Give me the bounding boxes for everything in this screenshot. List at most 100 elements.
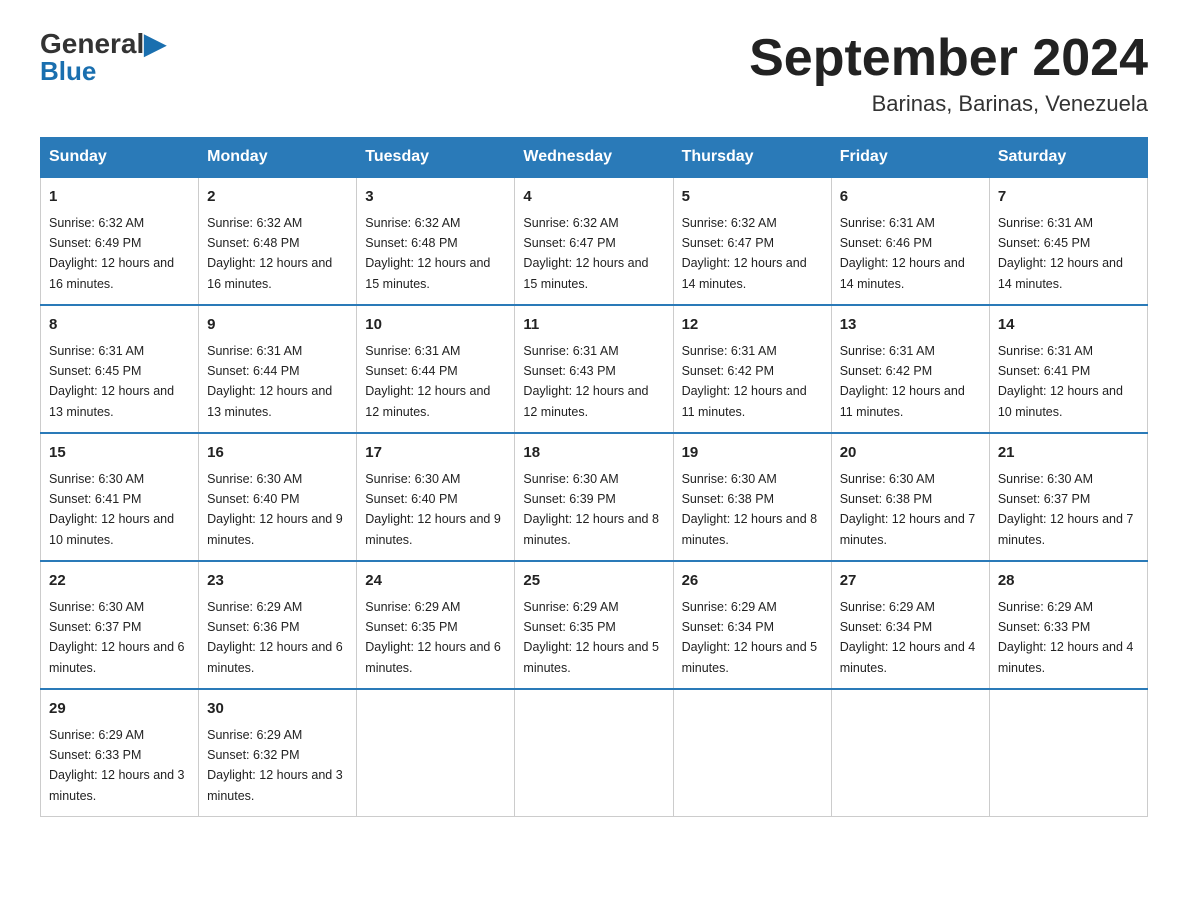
calendar-cell: 6 Sunrise: 6:31 AM Sunset: 6:46 PM Dayli… xyxy=(831,177,989,305)
day-number: 25 xyxy=(523,570,664,593)
day-info: Sunrise: 6:30 AM Sunset: 6:40 PM Dayligh… xyxy=(207,472,343,547)
day-info: Sunrise: 6:29 AM Sunset: 6:36 PM Dayligh… xyxy=(207,600,343,675)
day-info: Sunrise: 6:29 AM Sunset: 6:32 PM Dayligh… xyxy=(207,728,343,803)
day-info: Sunrise: 6:31 AM Sunset: 6:42 PM Dayligh… xyxy=(682,344,807,419)
header-thursday: Thursday xyxy=(673,138,831,178)
calendar-cell: 17 Sunrise: 6:30 AM Sunset: 6:40 PM Dayl… xyxy=(357,433,515,561)
day-info: Sunrise: 6:31 AM Sunset: 6:44 PM Dayligh… xyxy=(207,344,332,419)
day-info: Sunrise: 6:29 AM Sunset: 6:35 PM Dayligh… xyxy=(523,600,659,675)
calendar-cell: 30 Sunrise: 6:29 AM Sunset: 6:32 PM Dayl… xyxy=(199,689,357,817)
title-area: September 2024 Barinas, Barinas, Venezue… xyxy=(749,30,1148,117)
week-row-2: 8 Sunrise: 6:31 AM Sunset: 6:45 PM Dayli… xyxy=(41,305,1148,433)
header-saturday: Saturday xyxy=(989,138,1147,178)
calendar-cell: 3 Sunrise: 6:32 AM Sunset: 6:48 PM Dayli… xyxy=(357,177,515,305)
day-number: 9 xyxy=(207,314,348,337)
calendar-cell: 27 Sunrise: 6:29 AM Sunset: 6:34 PM Dayl… xyxy=(831,561,989,689)
calendar-cell: 2 Sunrise: 6:32 AM Sunset: 6:48 PM Dayli… xyxy=(199,177,357,305)
day-number: 7 xyxy=(998,186,1139,209)
calendar-cell: 9 Sunrise: 6:31 AM Sunset: 6:44 PM Dayli… xyxy=(199,305,357,433)
calendar-cell: 19 Sunrise: 6:30 AM Sunset: 6:38 PM Dayl… xyxy=(673,433,831,561)
header-monday: Monday xyxy=(199,138,357,178)
calendar-cell: 13 Sunrise: 6:31 AM Sunset: 6:42 PM Dayl… xyxy=(831,305,989,433)
calendar-cell: 8 Sunrise: 6:31 AM Sunset: 6:45 PM Dayli… xyxy=(41,305,199,433)
location-subtitle: Barinas, Barinas, Venezuela xyxy=(749,91,1148,117)
calendar-cell: 16 Sunrise: 6:30 AM Sunset: 6:40 PM Dayl… xyxy=(199,433,357,561)
calendar-cell: 12 Sunrise: 6:31 AM Sunset: 6:42 PM Dayl… xyxy=(673,305,831,433)
calendar-cell: 29 Sunrise: 6:29 AM Sunset: 6:33 PM Dayl… xyxy=(41,689,199,817)
calendar-cell xyxy=(831,689,989,817)
month-year-title: September 2024 xyxy=(749,30,1148,87)
day-info: Sunrise: 6:31 AM Sunset: 6:42 PM Dayligh… xyxy=(840,344,965,419)
day-number: 28 xyxy=(998,570,1139,593)
day-info: Sunrise: 6:30 AM Sunset: 6:37 PM Dayligh… xyxy=(998,472,1134,547)
day-number: 22 xyxy=(49,570,190,593)
day-info: Sunrise: 6:30 AM Sunset: 6:41 PM Dayligh… xyxy=(49,472,174,547)
day-info: Sunrise: 6:31 AM Sunset: 6:43 PM Dayligh… xyxy=(523,344,648,419)
day-number: 4 xyxy=(523,186,664,209)
page-header: General▶ Blue September 2024 Barinas, Ba… xyxy=(40,30,1148,117)
day-info: Sunrise: 6:30 AM Sunset: 6:38 PM Dayligh… xyxy=(840,472,976,547)
calendar-cell: 5 Sunrise: 6:32 AM Sunset: 6:47 PM Dayli… xyxy=(673,177,831,305)
day-number: 26 xyxy=(682,570,823,593)
day-info: Sunrise: 6:30 AM Sunset: 6:38 PM Dayligh… xyxy=(682,472,818,547)
day-number: 29 xyxy=(49,698,190,721)
week-row-5: 29 Sunrise: 6:29 AM Sunset: 6:33 PM Dayl… xyxy=(41,689,1148,817)
calendar-cell: 4 Sunrise: 6:32 AM Sunset: 6:47 PM Dayli… xyxy=(515,177,673,305)
calendar-cell: 1 Sunrise: 6:32 AM Sunset: 6:49 PM Dayli… xyxy=(41,177,199,305)
calendar-cell: 11 Sunrise: 6:31 AM Sunset: 6:43 PM Dayl… xyxy=(515,305,673,433)
day-info: Sunrise: 6:32 AM Sunset: 6:49 PM Dayligh… xyxy=(49,216,174,291)
day-info: Sunrise: 6:31 AM Sunset: 6:45 PM Dayligh… xyxy=(998,216,1123,291)
day-info: Sunrise: 6:29 AM Sunset: 6:34 PM Dayligh… xyxy=(840,600,976,675)
day-info: Sunrise: 6:32 AM Sunset: 6:47 PM Dayligh… xyxy=(523,216,648,291)
day-number: 17 xyxy=(365,442,506,465)
calendar-cell: 15 Sunrise: 6:30 AM Sunset: 6:41 PM Dayl… xyxy=(41,433,199,561)
calendar-cell: 25 Sunrise: 6:29 AM Sunset: 6:35 PM Dayl… xyxy=(515,561,673,689)
day-number: 27 xyxy=(840,570,981,593)
header-wednesday: Wednesday xyxy=(515,138,673,178)
header-friday: Friday xyxy=(831,138,989,178)
day-number: 10 xyxy=(365,314,506,337)
week-row-1: 1 Sunrise: 6:32 AM Sunset: 6:49 PM Dayli… xyxy=(41,177,1148,305)
calendar-cell xyxy=(673,689,831,817)
calendar-cell xyxy=(515,689,673,817)
day-info: Sunrise: 6:29 AM Sunset: 6:33 PM Dayligh… xyxy=(49,728,185,803)
day-info: Sunrise: 6:29 AM Sunset: 6:33 PM Dayligh… xyxy=(998,600,1134,675)
day-number: 21 xyxy=(998,442,1139,465)
calendar-cell: 26 Sunrise: 6:29 AM Sunset: 6:34 PM Dayl… xyxy=(673,561,831,689)
calendar-cell: 14 Sunrise: 6:31 AM Sunset: 6:41 PM Dayl… xyxy=(989,305,1147,433)
header-tuesday: Tuesday xyxy=(357,138,515,178)
day-info: Sunrise: 6:32 AM Sunset: 6:47 PM Dayligh… xyxy=(682,216,807,291)
day-number: 8 xyxy=(49,314,190,337)
weekday-header-row: Sunday Monday Tuesday Wednesday Thursday… xyxy=(41,138,1148,178)
calendar-cell: 20 Sunrise: 6:30 AM Sunset: 6:38 PM Dayl… xyxy=(831,433,989,561)
week-row-3: 15 Sunrise: 6:30 AM Sunset: 6:41 PM Dayl… xyxy=(41,433,1148,561)
day-number: 5 xyxy=(682,186,823,209)
day-info: Sunrise: 6:30 AM Sunset: 6:39 PM Dayligh… xyxy=(523,472,659,547)
day-info: Sunrise: 6:31 AM Sunset: 6:41 PM Dayligh… xyxy=(998,344,1123,419)
day-number: 13 xyxy=(840,314,981,337)
week-row-4: 22 Sunrise: 6:30 AM Sunset: 6:37 PM Dayl… xyxy=(41,561,1148,689)
day-number: 12 xyxy=(682,314,823,337)
calendar-cell: 21 Sunrise: 6:30 AM Sunset: 6:37 PM Dayl… xyxy=(989,433,1147,561)
day-number: 1 xyxy=(49,186,190,209)
day-number: 11 xyxy=(523,314,664,337)
calendar-cell: 23 Sunrise: 6:29 AM Sunset: 6:36 PM Dayl… xyxy=(199,561,357,689)
day-number: 16 xyxy=(207,442,348,465)
day-info: Sunrise: 6:31 AM Sunset: 6:44 PM Dayligh… xyxy=(365,344,490,419)
day-number: 18 xyxy=(523,442,664,465)
day-number: 3 xyxy=(365,186,506,209)
day-info: Sunrise: 6:31 AM Sunset: 6:46 PM Dayligh… xyxy=(840,216,965,291)
day-number: 24 xyxy=(365,570,506,593)
day-number: 23 xyxy=(207,570,348,593)
logo-blue: Blue xyxy=(40,56,96,87)
day-number: 14 xyxy=(998,314,1139,337)
day-info: Sunrise: 6:30 AM Sunset: 6:40 PM Dayligh… xyxy=(365,472,501,547)
calendar-cell: 24 Sunrise: 6:29 AM Sunset: 6:35 PM Dayl… xyxy=(357,561,515,689)
logo: General▶ Blue xyxy=(40,30,166,87)
day-info: Sunrise: 6:31 AM Sunset: 6:45 PM Dayligh… xyxy=(49,344,174,419)
calendar-cell xyxy=(989,689,1147,817)
calendar-cell: 10 Sunrise: 6:31 AM Sunset: 6:44 PM Dayl… xyxy=(357,305,515,433)
day-info: Sunrise: 6:29 AM Sunset: 6:34 PM Dayligh… xyxy=(682,600,818,675)
day-number: 6 xyxy=(840,186,981,209)
day-info: Sunrise: 6:29 AM Sunset: 6:35 PM Dayligh… xyxy=(365,600,501,675)
